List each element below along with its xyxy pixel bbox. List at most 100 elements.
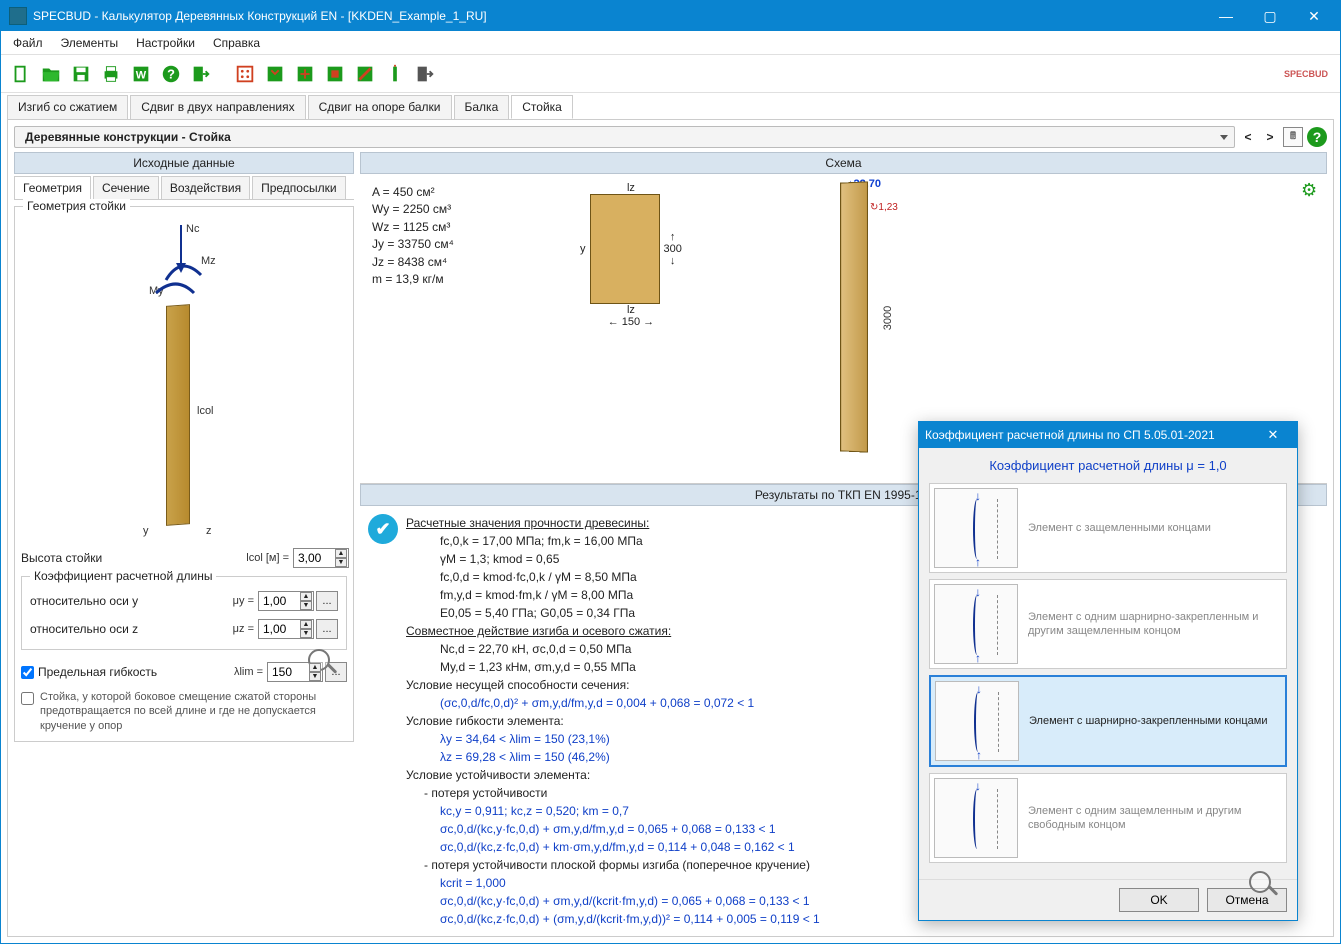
close-button[interactable]: ✕ (1292, 1, 1336, 31)
subtab-geometry[interactable]: Геометрия (14, 176, 91, 199)
option-label-2: Элемент с одним шарнирно-закрепленным и … (1028, 610, 1282, 639)
height-label: Высота стойки (21, 551, 246, 565)
prop-jy: Jy = 33750 см⁴ (372, 236, 552, 253)
coef-y-symbol: μy = (233, 595, 254, 607)
limit-slenderness-checkbox[interactable] (21, 666, 34, 679)
limit-browse-button[interactable]: ... (325, 662, 347, 682)
toolbar-word-icon[interactable]: W (127, 60, 155, 88)
brand-logo: SPECBUD (1284, 69, 1334, 79)
dialog-option-pinned-pinned[interactable]: ↓↑ Элемент с шарнирно-закрепленными конц… (929, 675, 1287, 767)
toolbar-el5-icon[interactable] (381, 60, 409, 88)
limit-label: Предельная гибкость (38, 665, 234, 679)
height-spinner[interactable]: ▲▼ (335, 549, 347, 567)
input-panel: Исходные данные Геометрия Сечение Воздей… (14, 152, 354, 930)
coef-y-browse-button[interactable]: ... (316, 591, 338, 611)
window-title: SPECBUD - Калькулятор Деревянных Констру… (33, 9, 1204, 23)
dialog-heading-text: Коэффициент расчетной длины μ = 1,0 (989, 458, 1226, 473)
subtab-section[interactable]: Сечение (93, 176, 159, 199)
toolbar-save-icon[interactable] (67, 60, 95, 88)
toolbar-help-icon[interactable]: ? (157, 60, 185, 88)
tab-shear-support[interactable]: Сдвиг на опоре балки (308, 95, 452, 119)
tab-bending-compression[interactable]: Изгиб со сжатием (7, 95, 128, 119)
option-diagram-2: ↓↑ (934, 584, 1018, 664)
menu-settings[interactable]: Настройки (128, 33, 203, 53)
lbl-lcol: lcol (197, 405, 214, 417)
subtab-assumptions[interactable]: Предпосылки (252, 176, 345, 199)
toolbar-exit-icon[interactable] (187, 60, 215, 88)
tab-beam[interactable]: Балка (454, 95, 510, 119)
prev-button[interactable]: < (1239, 128, 1257, 146)
coef-z-spinner[interactable]: ▲▼ (300, 620, 312, 638)
dialog-heading: Коэффициент расчетной длины μ = 1,0 (919, 448, 1297, 479)
coef-y-spinner[interactable]: ▲▼ (300, 592, 312, 610)
dialog-option-fixed-free[interactable]: ↓ Элемент с одним защемленным и другим с… (929, 773, 1287, 863)
dialog-option-pinned-fixed[interactable]: ↓↑ Элемент с одним шарнирно-закрепленным… (929, 579, 1287, 669)
structure-select[interactable]: Деревянные конструкции - Стойка (14, 126, 1235, 148)
panel-title-left: Исходные данные (14, 152, 354, 174)
option-diagram-1: ↓↑ (934, 488, 1018, 568)
dialog-titlebar: Коэффициент расчетной длины по СП 5.05.0… (919, 422, 1297, 448)
coef-z-browse-button[interactable]: ... (316, 619, 338, 639)
lbl-y-left: y (580, 243, 586, 255)
coef-z-label: относительно оси z (30, 622, 233, 636)
lbl-lz-bot: lz (580, 304, 682, 316)
app-window: SPECBUD - Калькулятор Деревянных Констру… (0, 0, 1341, 944)
panel-title-right: Схема (360, 152, 1327, 174)
lbl-z: z (206, 525, 212, 537)
toolbar-grid-icon[interactable] (231, 60, 259, 88)
menu-help[interactable]: Справка (205, 33, 268, 53)
lateral-restraint-label: Стойка, у которой боковое смещение сжато… (40, 690, 347, 733)
column-3d-diagram: ↓22,70 ↻1,23 3000 (840, 182, 868, 452)
subtab-loads[interactable]: Воздействия (161, 176, 250, 199)
load-arrows-icon (146, 225, 226, 305)
section-properties: A = 450 см² Wy = 2250 см³ Wz = 1125 см³ … (360, 174, 560, 483)
titlebar: SPECBUD - Калькулятор Деревянных Констру… (1, 1, 1340, 31)
option-label-1: Элемент с защемленными концами (1028, 521, 1282, 535)
toolbar-new-icon[interactable] (7, 60, 35, 88)
column-diagram: Nc Mz My lcol y z (21, 215, 347, 540)
lbl-y: y (143, 525, 149, 537)
buckling-length-dialog: Коэффициент расчетной длины по СП 5.05.0… (918, 421, 1298, 921)
dim-length: 3000 (882, 306, 894, 330)
height-symbol: lcol [м] = (246, 552, 289, 564)
toolbar-el4-icon[interactable] (351, 60, 379, 88)
check-ok-icon: ✔ (368, 514, 398, 544)
svg-text:?: ? (167, 66, 175, 81)
option-diagram-3: ↓↑ (935, 681, 1019, 761)
prop-m: m = 13,9 кг/м (372, 271, 552, 288)
toolbar-open-icon[interactable] (37, 60, 65, 88)
dialog-option-fixed-fixed[interactable]: ↓↑ Элемент с защемленными концами (929, 483, 1287, 573)
limit-spinner[interactable]: ▲▼ (309, 663, 321, 681)
coef-legend: Коэффициент расчетной длины (30, 569, 216, 583)
prop-wz: Wz = 1125 см³ (372, 219, 552, 236)
prop-jz: Jz = 8438 см⁴ (372, 254, 552, 271)
toolbar: W ? SPECBUD (1, 55, 1340, 93)
prop-wy: Wy = 2250 см³ (372, 201, 552, 218)
scheme-settings-icon[interactable]: ⚙ (1301, 180, 1321, 200)
toolbar-el2-icon[interactable] (291, 60, 319, 88)
toolbar-el3-icon[interactable] (321, 60, 349, 88)
dialog-ok-button[interactable]: OK (1119, 888, 1199, 912)
next-button[interactable]: > (1261, 128, 1279, 146)
option-label-3: Элемент с шарнирно-закрепленными концами (1029, 714, 1281, 728)
toolbar-el6-icon[interactable] (411, 60, 439, 88)
dialog-cancel-button[interactable]: Отмена (1207, 888, 1287, 912)
context-help-icon[interactable]: ? (1307, 127, 1327, 147)
dialog-close-icon[interactable]: ✕ (1255, 426, 1291, 444)
tab-shear-two[interactable]: Сдвиг в двух направлениях (130, 95, 305, 119)
calculator-icon[interactable]: 🖩 (1283, 127, 1303, 147)
tab-column[interactable]: Стойка (511, 95, 573, 119)
dim-h: 300 (664, 243, 682, 255)
svg-text:W: W (136, 69, 147, 81)
menu-file[interactable]: Файл (5, 33, 51, 53)
maximize-button[interactable]: ▢ (1248, 1, 1292, 31)
cross-section-diagram: lz y ↑300↓ lz ← 150 → (580, 182, 682, 328)
menu-elements[interactable]: Элементы (53, 33, 127, 53)
main-tabs: Изгиб со сжатием Сдвиг в двух направлени… (1, 93, 1340, 119)
minimize-button[interactable]: — (1204, 1, 1248, 31)
menubar: Файл Элементы Настройки Справка (1, 31, 1340, 55)
toolbar-print-icon[interactable] (97, 60, 125, 88)
dialog-title: Коэффициент расчетной длины по СП 5.05.0… (925, 428, 1215, 442)
lateral-restraint-checkbox[interactable] (21, 692, 34, 705)
toolbar-el1-icon[interactable] (261, 60, 289, 88)
